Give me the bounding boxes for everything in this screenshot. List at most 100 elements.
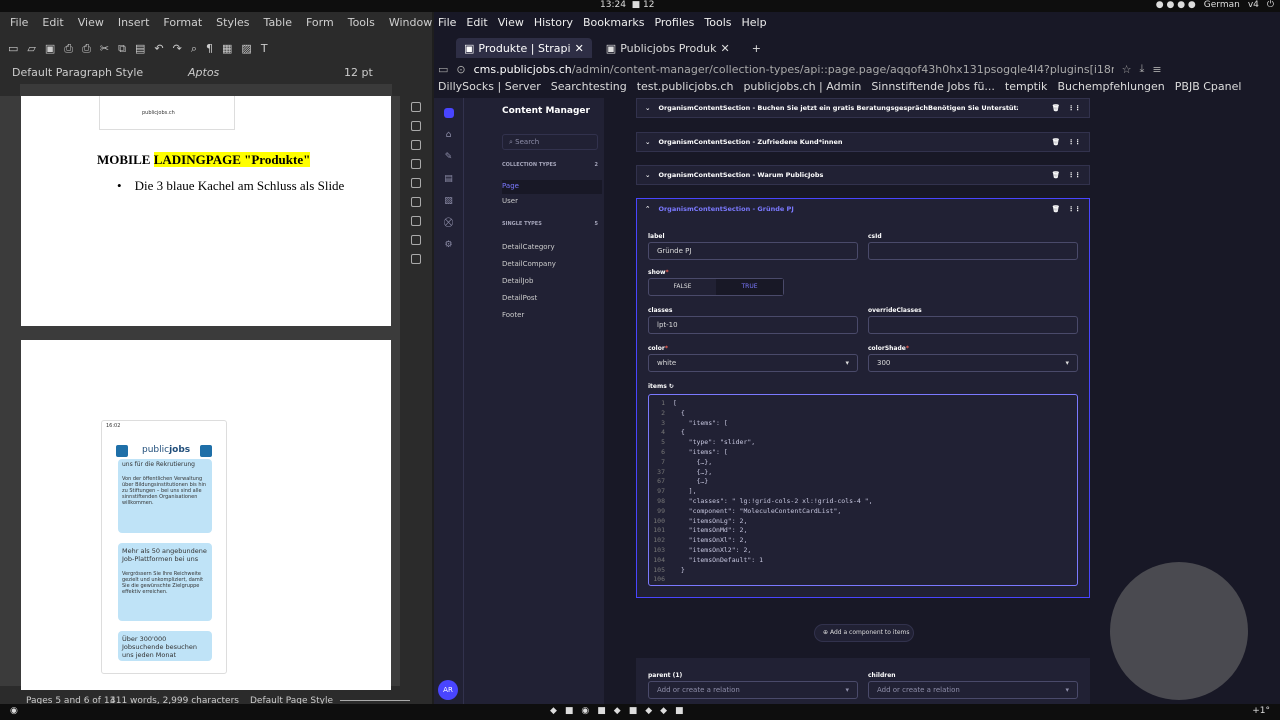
component-section[interactable]: ⌄ OrganismContentSection - Warum PublicJo… <box>636 165 1090 185</box>
bookmark[interactable]: publicjobs.ch | Admin <box>743 80 861 96</box>
page-icon[interactable] <box>411 178 421 188</box>
toggle-true[interactable]: TRUE <box>716 279 783 295</box>
chevron-down-icon[interactable]: ⌄ <box>645 171 650 179</box>
paste-icon[interactable]: ▤ <box>135 42 145 56</box>
drag-icon[interactable]: ⋮⋮ <box>1068 104 1081 112</box>
classes-input[interactable]: lpt-10 <box>648 316 858 334</box>
keyboard-layout[interactable]: German <box>1204 0 1240 10</box>
export-pdf-icon[interactable]: ⎙ <box>64 42 73 56</box>
tab-publicjobs[interactable]: ▣ Publicjobs Produk ✕ <box>598 38 738 58</box>
bookmark[interactable]: temptik <box>1005 80 1048 96</box>
color-select[interactable]: white ▾ <box>648 354 858 372</box>
new-tab-button[interactable]: + <box>744 38 769 58</box>
image-icon[interactable]: ▨ <box>241 42 251 56</box>
menu-help[interactable]: Help <box>742 16 767 29</box>
bookmark[interactable]: DillySocks | Server <box>438 80 541 96</box>
bookmark[interactable]: Sinnstiftende Jobs fü... <box>871 80 995 96</box>
star-icon[interactable]: ☆ <box>1122 63 1132 76</box>
override-classes-input[interactable] <box>868 316 1078 334</box>
find-icon[interactable]: ⌕ <box>191 42 197 56</box>
styles-icon[interactable] <box>411 121 421 131</box>
menu-bookmarks[interactable]: Bookmarks <box>583 16 644 29</box>
sidebar-item-detailpost[interactable]: DetailPost <box>502 290 556 307</box>
app-menu-icon[interactable]: ◉ <box>10 706 18 716</box>
bookmark[interactable]: test.publicjobs.ch <box>637 80 734 96</box>
menu-form[interactable]: Form <box>306 16 334 29</box>
cut-icon[interactable]: ✂ <box>100 42 109 56</box>
menu-window[interactable]: Window <box>389 16 432 29</box>
navigator-icon[interactable] <box>411 159 421 169</box>
sidebar-item-user[interactable]: User <box>502 197 518 205</box>
label-input[interactable]: Gründe PJ <box>648 242 858 260</box>
address-bar[interactable]: ▭ ⊙ cms.publicjobs.ch/admin/content-manag… <box>438 60 1276 78</box>
menu-styles[interactable]: Styles <box>216 16 249 29</box>
download-icon[interactable]: ⤓ <box>1140 62 1145 76</box>
sidebar-item-page[interactable]: Page <box>502 180 602 194</box>
table-icon[interactable]: ▦ <box>222 42 232 56</box>
copy-icon[interactable]: ⧉ <box>118 42 126 56</box>
pilcrow-icon[interactable]: ¶ <box>206 42 213 56</box>
open-icon[interactable]: ▱ <box>27 42 35 56</box>
chevron-down-icon[interactable]: ⌄ <box>645 104 650 112</box>
refresh-icon[interactable]: ↻ <box>669 383 674 390</box>
style-inspector-icon[interactable] <box>411 197 421 207</box>
tab-strapi[interactable]: ▣ Produkte | Strapi ✕ <box>456 38 592 58</box>
json-editor[interactable]: 1 [2 {3 "items": [4 {5 "type": "slider", 6… <box>648 394 1078 586</box>
manage-changes-icon[interactable] <box>411 216 421 226</box>
parent-relation-select[interactable]: Add or create a relation ▾ <box>648 681 858 699</box>
csid-input[interactable] <box>868 242 1078 260</box>
design-icon[interactable] <box>411 235 421 245</box>
taskbar-app-icons[interactable]: ◆■◉■◆■◆◆■ <box>550 706 692 716</box>
children-relation-select[interactable]: Add or create a relation ▾ <box>868 681 1078 699</box>
add-component-button[interactable]: ⊕ Add a component to items <box>814 624 914 642</box>
search-input[interactable]: ⌕ Search <box>502 134 598 150</box>
menu-edit[interactable]: Edit <box>42 16 63 29</box>
print-icon[interactable]: ⎙ <box>82 42 91 56</box>
close-icon[interactable]: ✕ <box>721 42 730 55</box>
gallery-icon[interactable] <box>411 140 421 150</box>
menu-tools[interactable]: Tools <box>704 16 731 29</box>
drag-icon[interactable]: ⋮⋮ <box>1068 171 1081 179</box>
menu-insert[interactable]: Insert <box>118 16 150 29</box>
redo-icon[interactable]: ↷ <box>173 42 182 56</box>
menu-file[interactable]: File <box>10 16 28 29</box>
menu-table[interactable]: Table <box>264 16 292 29</box>
find-icon[interactable] <box>411 254 421 264</box>
avatar[interactable]: AR <box>438 680 458 700</box>
power-icon[interactable]: ⏻ <box>1267 0 1274 10</box>
save-icon[interactable]: ▣ <box>45 42 55 56</box>
content-builder-icon[interactable]: ▤ <box>444 174 454 184</box>
menu-file[interactable]: File <box>438 16 456 29</box>
menu-view[interactable]: View <box>498 16 524 29</box>
settings-icon[interactable]: ⚙ <box>444 240 454 250</box>
trash-icon[interactable]: 🗑 <box>1052 104 1060 112</box>
marketplace-icon[interactable]: ⛒ <box>444 218 454 228</box>
bookmark[interactable]: PBJB Cpanel <box>1175 80 1242 96</box>
content-manager-icon[interactable]: ✎ <box>444 152 454 162</box>
component-section[interactable]: ⌄ OrganismContentSection - Zufriedene Kun… <box>636 132 1090 152</box>
sidebar-item-detailcategory[interactable]: DetailCategory <box>502 239 556 256</box>
drag-icon[interactable]: ⋮⋮ <box>1068 205 1081 213</box>
media-library-icon[interactable]: ▧ <box>444 196 454 206</box>
sidebar-item-detailcompany[interactable]: DetailCompany <box>502 256 556 273</box>
paragraph-style-select[interactable]: Default Paragraph Style <box>12 66 143 79</box>
component-section[interactable]: ⌄ OrganismContentSection - Buchen Sie jet… <box>636 98 1090 118</box>
menu-history[interactable]: History <box>534 16 573 29</box>
chevron-down-icon[interactable]: ⌄ <box>645 138 650 146</box>
textbox-icon[interactable]: T <box>261 42 268 56</box>
home-icon[interactable]: ⌂ <box>444 130 454 140</box>
sidebar-icon[interactable]: ▭ <box>438 63 448 76</box>
chevron-up-icon[interactable]: ⌃ <box>645 205 650 213</box>
sidebar-item-detailjob[interactable]: DetailJob <box>502 273 556 290</box>
zoom-slider[interactable] <box>340 700 410 701</box>
close-icon[interactable]: ✕ <box>575 42 584 55</box>
trash-icon[interactable]: 🗑 <box>1052 171 1060 179</box>
trash-icon[interactable]: 🗑 <box>1052 205 1060 213</box>
toggle-false[interactable]: FALSE <box>649 279 716 295</box>
undo-icon[interactable]: ↶ <box>154 42 163 56</box>
extensions-icon[interactable]: ≡ <box>1152 63 1161 76</box>
trash-icon[interactable]: 🗑 <box>1052 138 1060 146</box>
menu-profiles[interactable]: Profiles <box>654 16 694 29</box>
bookmark[interactable]: Searchtesting <box>551 80 627 96</box>
font-name-select[interactable]: Aptos <box>188 66 219 79</box>
